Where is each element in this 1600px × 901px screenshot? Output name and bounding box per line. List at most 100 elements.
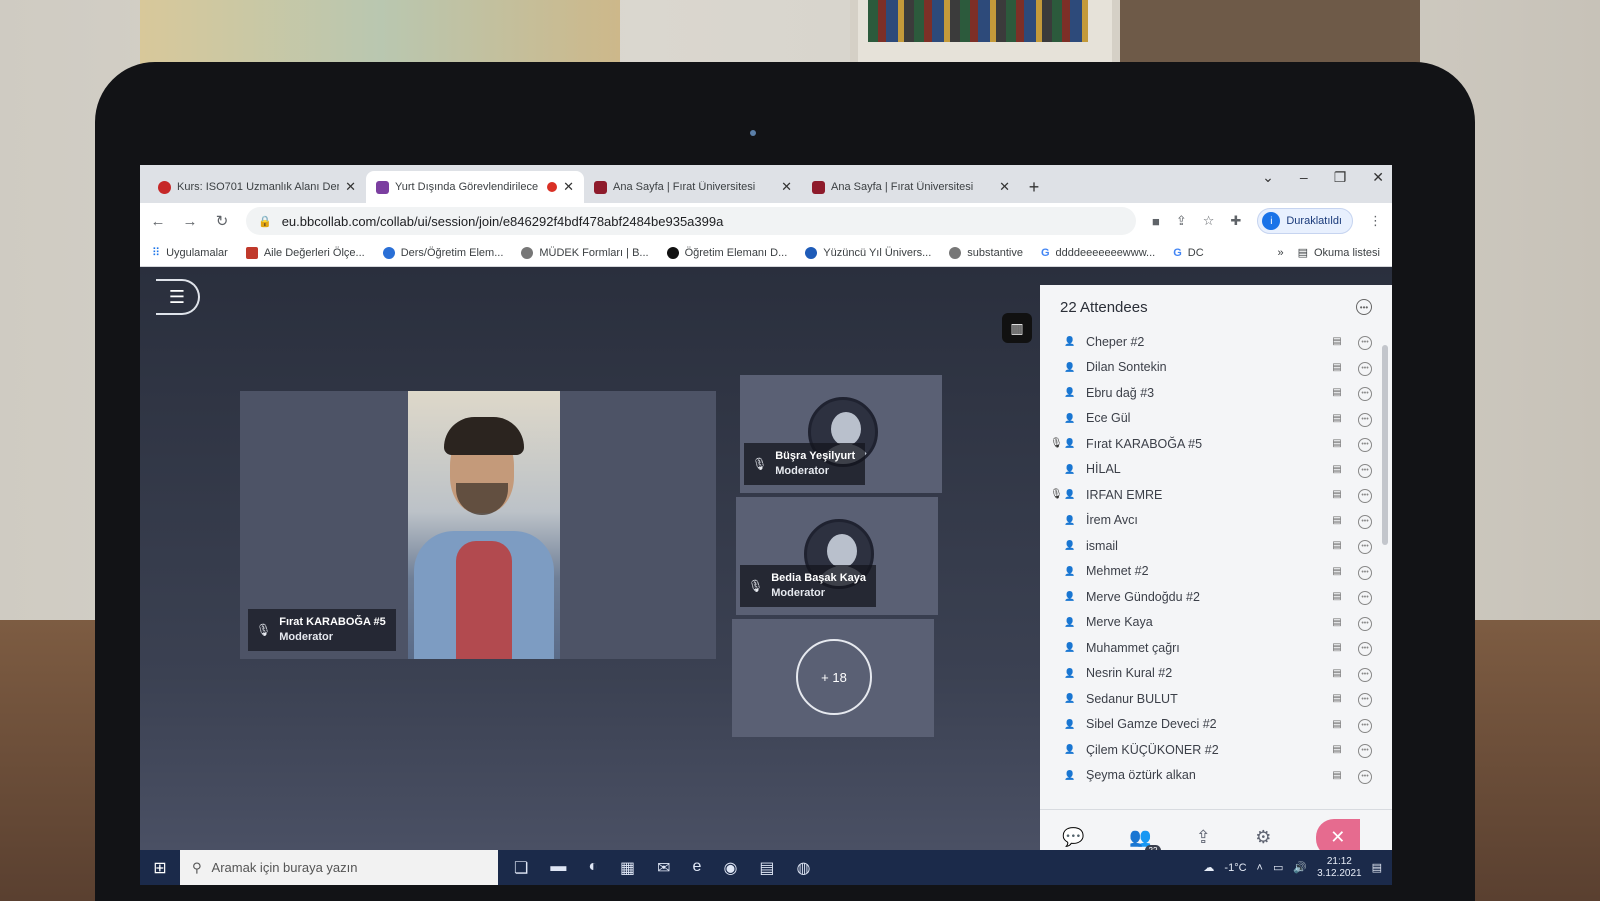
browser-tab[interactable]: Kurs: ISO701 Uzmanlık Alanı Der: ✕: [148, 171, 366, 203]
back-icon[interactable]: ←: [150, 213, 166, 230]
attendee-options-button[interactable]: •••: [1350, 741, 1380, 759]
bookmark-item[interactable]: G DC: [1173, 247, 1203, 259]
attendee-options-button[interactable]: •••: [1350, 614, 1380, 631]
attendee-options-button[interactable]: •••: [1350, 384, 1380, 402]
attendee-options-button[interactable]: •••: [1350, 461, 1380, 478]
attendee-row[interactable]: 👤 Dilan Sontekin ▤ •••: [1040, 355, 1380, 381]
file-explorer-icon[interactable]: ▬: [550, 858, 566, 878]
attendee-options-button[interactable]: •••: [1350, 767, 1380, 784]
attendee-options-button[interactable]: •••: [1350, 639, 1380, 657]
store-icon[interactable]: ▦: [620, 858, 635, 878]
attendee-row[interactable]: 👤 Muhammet çağrı ▤ •••: [1040, 635, 1380, 661]
captions-icon[interactable]: ▤: [1324, 693, 1350, 704]
captions-icon[interactable]: ▤: [1324, 515, 1350, 526]
attendee-row[interactable]: 👤 Merve Gündoğdu #2 ▤ •••: [1040, 584, 1380, 610]
windows-start-icon[interactable]: ⊞: [140, 858, 180, 878]
chrome-icon[interactable]: ◉: [723, 858, 737, 878]
captions-icon[interactable]: ▤: [1324, 489, 1350, 500]
attendee-row[interactable]: 👤 HİLAL ▤ •••: [1040, 457, 1380, 483]
attendee-options-button[interactable]: •••: [1350, 690, 1380, 708]
captions-icon[interactable]: ▤: [1324, 438, 1350, 449]
clock[interactable]: 21:12 3.12.2021: [1317, 856, 1362, 880]
attendee-row[interactable]: 👤 İrem Avcı ▤ •••: [1040, 508, 1380, 534]
attendee-options-button[interactable]: •••: [1350, 716, 1380, 733]
participant-tile[interactable]: 🎙 Büşra Yeşilyurt Moderator: [740, 375, 942, 493]
bookmark-item[interactable]: Yüzüncü Yıl Ünivers...: [805, 246, 931, 259]
layout-toggle-button[interactable]: ▥: [1002, 313, 1032, 343]
bookmark-item[interactable]: MÜDEK Formları | B...: [521, 246, 649, 259]
captions-icon[interactable]: ▤: [1324, 591, 1350, 602]
captions-icon[interactable]: ▤: [1324, 362, 1350, 373]
captions-icon[interactable]: ▤: [1324, 770, 1350, 781]
tab-search-icon[interactable]: ⌄: [1262, 169, 1274, 186]
new-tab-button[interactable]: +: [1020, 171, 1048, 203]
captions-icon[interactable]: ▤: [1324, 668, 1350, 679]
close-icon[interactable]: ✕: [999, 179, 1010, 195]
bookmark-apps[interactable]: ⠿ Uygulamalar: [152, 246, 228, 260]
notifications-icon[interactable]: ▤: [1372, 861, 1382, 874]
captions-icon[interactable]: ▤: [1324, 540, 1350, 551]
tray-chevron-icon[interactable]: ˄: [1257, 862, 1263, 874]
volume-icon[interactable]: 🔊: [1293, 861, 1307, 874]
attendee-options-button[interactable]: •••: [1350, 333, 1380, 351]
bookmark-item[interactable]: Aile Değerleri Ölçe...: [245, 246, 365, 259]
chat-icon[interactable]: 💬: [1062, 827, 1084, 848]
bookmark-item[interactable]: Gddddeeeeeeewww...: [1041, 247, 1155, 259]
attendee-options-button[interactable]: •••: [1350, 665, 1380, 682]
captions-icon[interactable]: ▤: [1324, 413, 1350, 424]
attendee-row[interactable]: 👤 Sedanur BULUT ▤ •••: [1040, 686, 1380, 712]
lock-icon[interactable]: 🔒: [258, 215, 272, 228]
bookmark-item[interactable]: Ders/Öğretim Elem...: [382, 246, 503, 259]
captions-icon[interactable]: ▤: [1324, 617, 1350, 628]
restore-icon[interactable]: ❐: [1334, 169, 1347, 186]
attendee-row[interactable]: 🎙 👤 Fırat KARABOĞA #5 ▤ •••: [1040, 431, 1380, 457]
attendee-row[interactable]: 👤 ismail ▤ •••: [1040, 533, 1380, 559]
close-icon[interactable]: ✕: [563, 179, 574, 195]
bookmark-item[interactable]: substantive: [949, 246, 1023, 259]
network-icon[interactable]: ▭: [1273, 861, 1283, 874]
attendee-options-button[interactable]: •••: [1350, 563, 1380, 580]
internet-explorer-icon[interactable]: e: [693, 858, 702, 878]
camera-in-use-icon[interactable]: ■: [1152, 214, 1160, 229]
extensions-icon[interactable]: ✚: [1230, 213, 1241, 229]
browser-tab[interactable]: Ana Sayfa | Fırat Üniversitesi ✕: [584, 171, 802, 203]
attendee-options-button[interactable]: •••: [1350, 537, 1380, 555]
close-icon[interactable]: ✕: [345, 179, 356, 195]
minimize-icon[interactable]: –: [1300, 169, 1308, 186]
edge-icon[interactable]: ◐: [588, 858, 598, 878]
address-bar[interactable]: 🔒 eu.bbcollab.com/collab/ui/session/join…: [246, 207, 1137, 235]
bookmark-item[interactable]: Öğretim Elemanı D...: [666, 246, 787, 259]
attendee-options-button[interactable]: •••: [1350, 512, 1380, 529]
captions-icon[interactable]: ▤: [1324, 719, 1350, 730]
attendee-row[interactable]: 🎙 👤 IRFAN EMRE ▤ •••: [1040, 482, 1380, 508]
calendar-icon[interactable]: ▤: [759, 858, 774, 878]
attendee-options-button[interactable]: •••: [1350, 359, 1380, 376]
forward-icon[interactable]: →: [182, 213, 198, 230]
reading-list-button[interactable]: ▤ Okuma listesi: [1298, 246, 1380, 260]
menu-kebab-icon[interactable]: ⋮: [1369, 213, 1382, 229]
main-speaker-video[interactable]: 🎙 Fırat KARABOĞA #5 Moderator: [240, 391, 716, 659]
taskbar-search[interactable]: ⚲ Aramak için buraya yazın: [180, 850, 498, 885]
messenger-icon[interactable]: ◍: [797, 858, 811, 878]
attendee-row[interactable]: 👤 Merve Kaya ▤ •••: [1040, 610, 1380, 636]
attendee-options-button[interactable]: •••: [1350, 486, 1380, 504]
share-icon[interactable]: ⇪: [1176, 213, 1187, 229]
attendee-row[interactable]: 👤 Ece Gül ▤ •••: [1040, 406, 1380, 432]
weather-cloud-icon[interactable]: ☁: [1203, 861, 1214, 874]
browser-tab[interactable]: Ana Sayfa | Fırat Üniversitesi ✕: [802, 171, 1020, 203]
close-window-icon[interactable]: ✕: [1372, 169, 1384, 186]
close-icon[interactable]: ✕: [781, 179, 792, 195]
bookmarks-overflow-icon[interactable]: »: [1277, 247, 1283, 259]
share-content-icon[interactable]: ⇪: [1196, 827, 1211, 848]
reload-icon[interactable]: ↻: [214, 212, 230, 230]
attendee-row[interactable]: 👤 Nesrin Kural #2 ▤ •••: [1040, 661, 1380, 687]
captions-icon[interactable]: ▤: [1324, 464, 1350, 475]
settings-gear-icon[interactable]: ⚙: [1255, 827, 1271, 848]
task-view-icon[interactable]: ❏: [514, 858, 528, 878]
captions-icon[interactable]: ▤: [1324, 744, 1350, 755]
attendee-options-button[interactable]: •••: [1350, 588, 1380, 606]
scrollbar[interactable]: [1382, 345, 1388, 545]
browser-tab-active[interactable]: Yurt Dışında Görevlendirilece ✕: [366, 171, 584, 203]
attendee-row[interactable]: 👤 Şeyma öztürk alkan ▤ •••: [1040, 763, 1380, 786]
attendee-row[interactable]: 👤 Ebru dağ #3 ▤ •••: [1040, 380, 1380, 406]
